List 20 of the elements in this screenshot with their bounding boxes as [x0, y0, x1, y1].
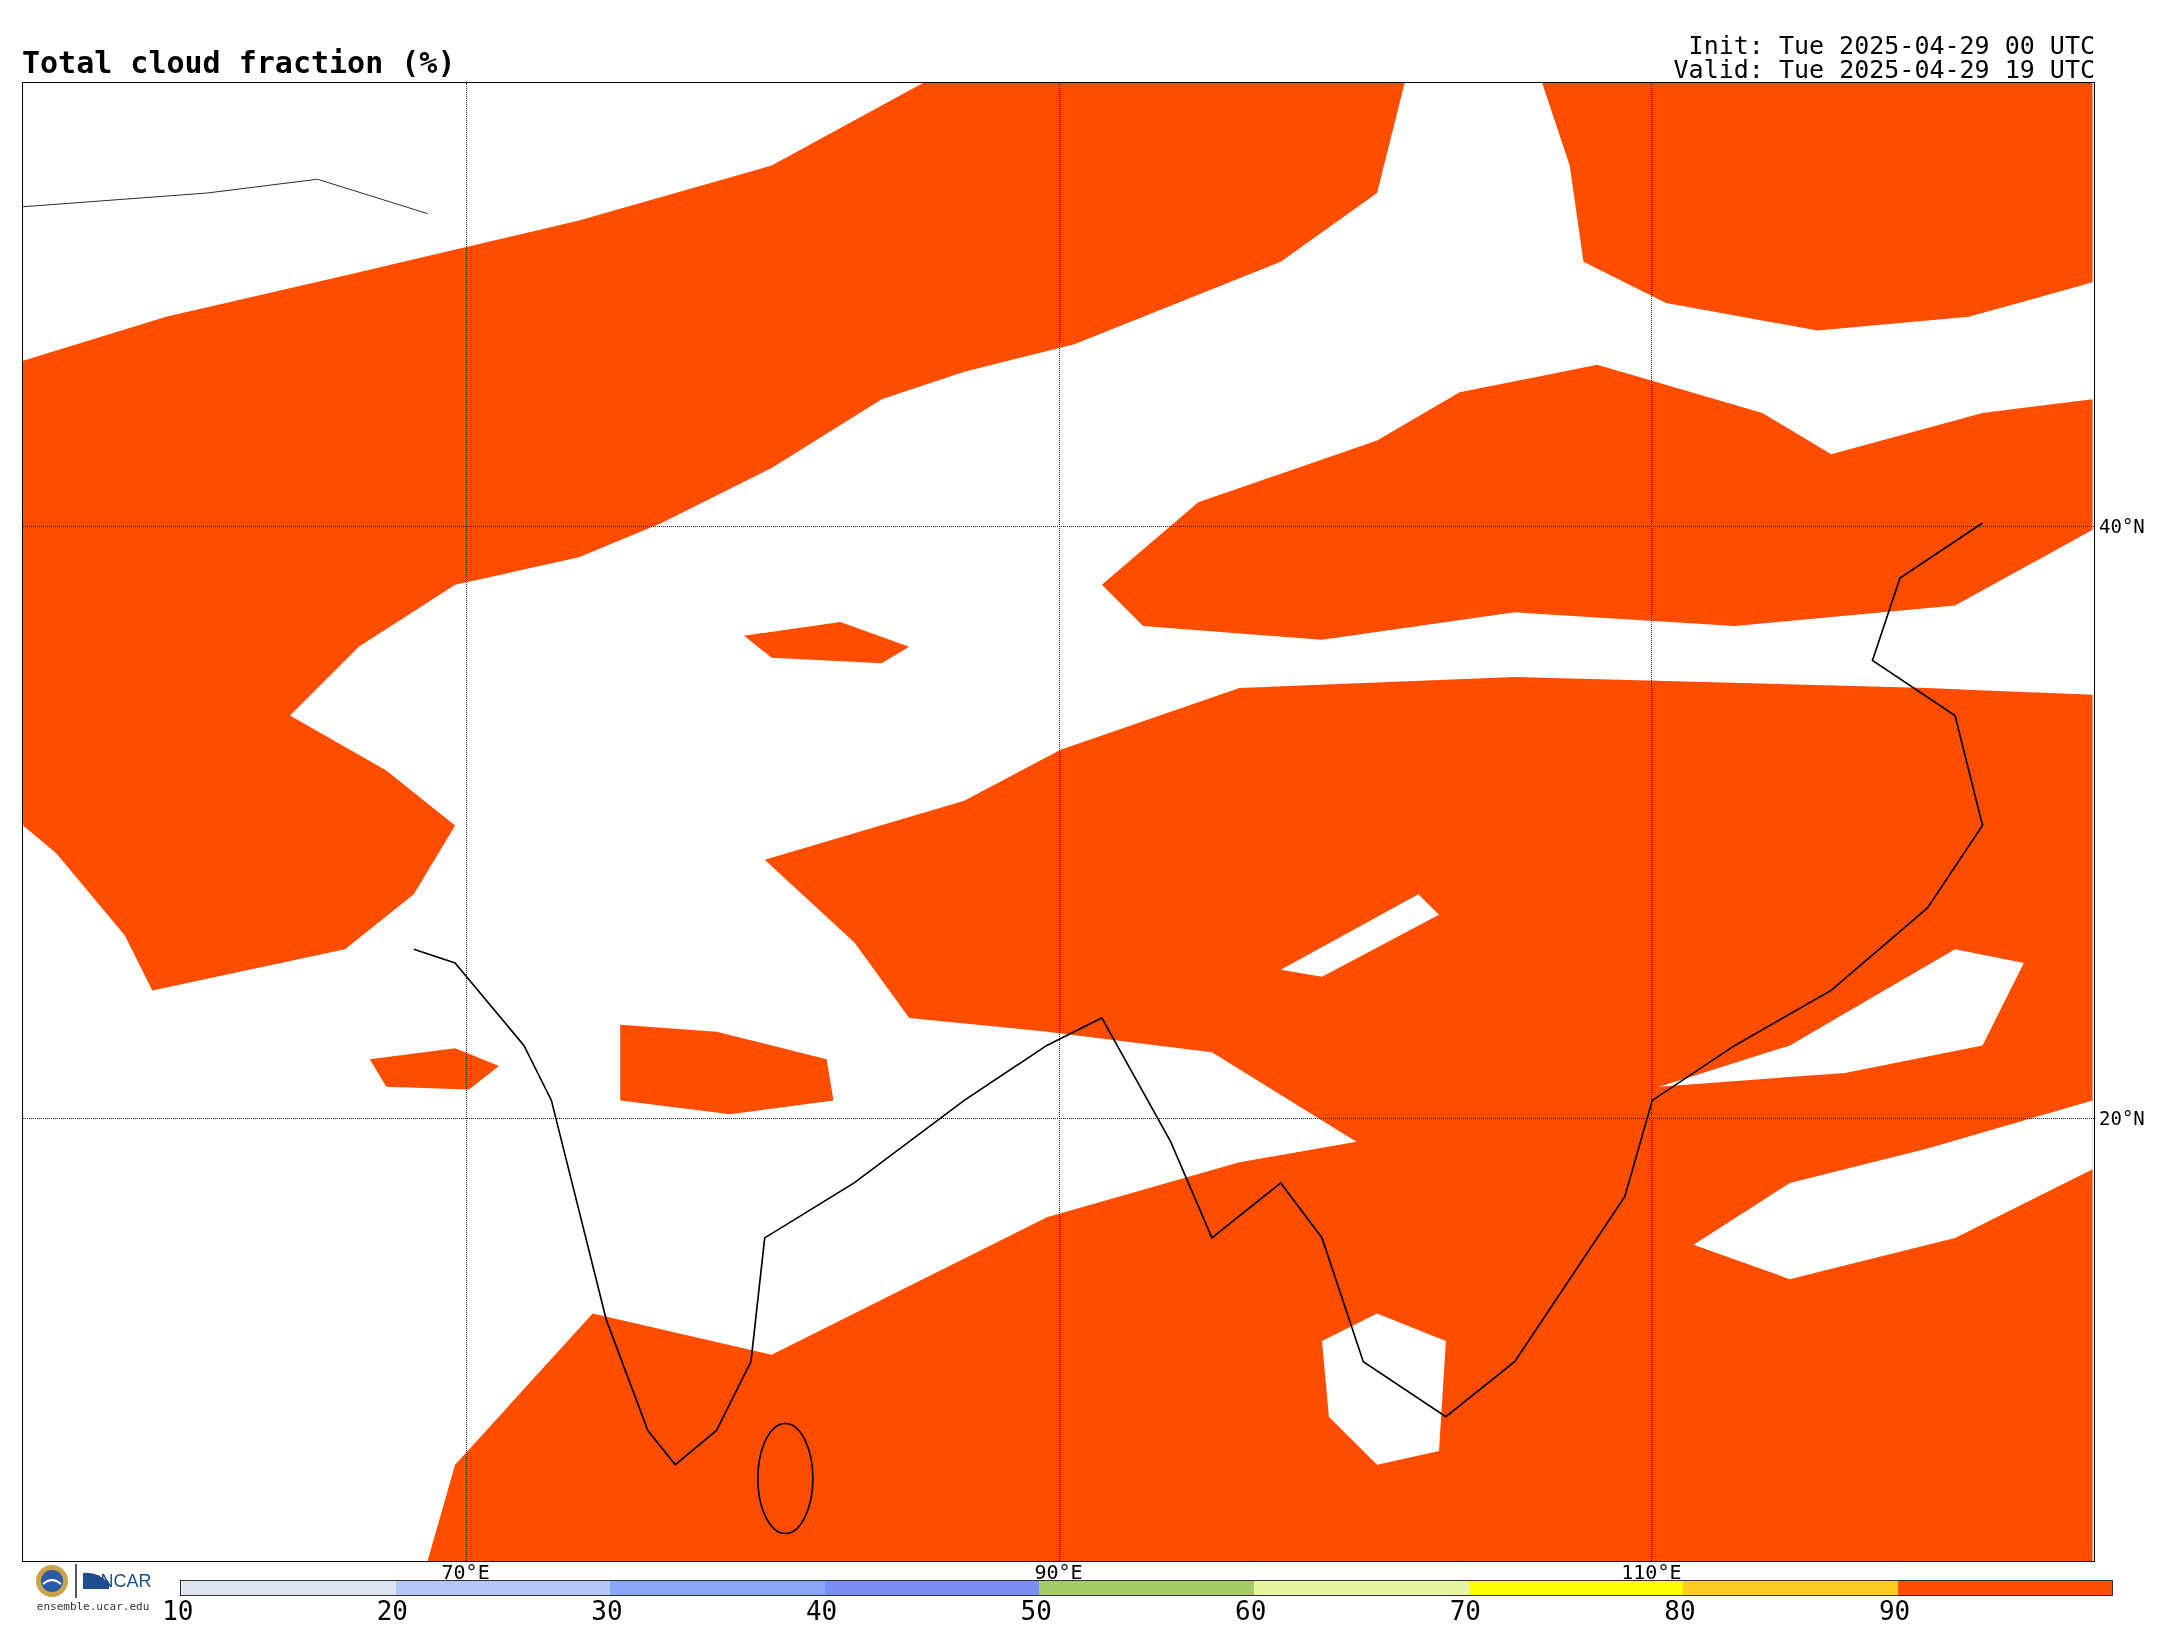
latitude-label: 20°N — [2099, 1107, 2145, 1129]
chart-title: Total cloud fraction (%) — [22, 45, 456, 80]
colorbar-tick-label: 90 — [1878, 1596, 1912, 1626]
colorbar-tick-label: 10 — [162, 1596, 195, 1626]
colorbar-tick-label: 70 — [1449, 1596, 1482, 1626]
colorbar-tick-label: 50 — [1020, 1596, 1053, 1626]
colorbar-tick-label: 60 — [1235, 1596, 1268, 1626]
init-time: Init: Tue 2025-04-29 00 UTC — [1688, 34, 2095, 58]
divider-line-icon — [74, 1564, 77, 1598]
colorbar-tick-label: 80 — [1664, 1596, 1697, 1626]
longitude-label: 70°E — [441, 1560, 490, 1584]
colorbar-tick-label: 20 — [376, 1596, 410, 1626]
longitude-label: 90°E — [1034, 1560, 1083, 1584]
longitude-label: 110°E — [1621, 1560, 1682, 1584]
colorbar-tick-label: 40 — [805, 1596, 839, 1626]
valid-time: Valid: Tue 2025-04-29 19 UTC — [1673, 58, 2095, 82]
site-url: ensemble.ucar.edu — [36, 1600, 150, 1613]
colorbar-tick-label: 30 — [591, 1596, 624, 1626]
latitude-label: 40°N — [2099, 515, 2145, 537]
globe-seal-icon — [34, 1564, 69, 1598]
